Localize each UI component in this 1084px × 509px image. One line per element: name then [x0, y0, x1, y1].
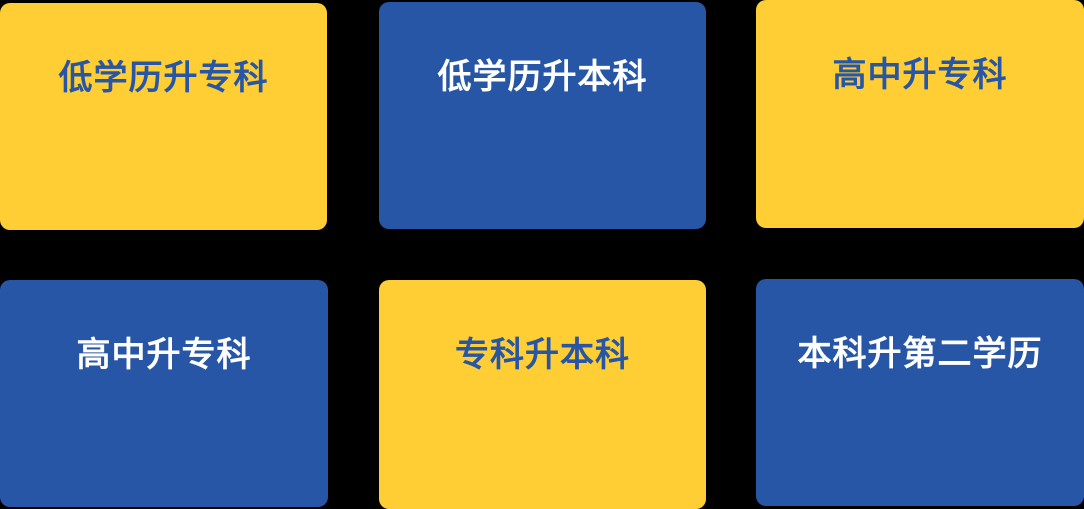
card-low-education-to-junior-college[interactable]: 低学历升专科 — [0, 3, 327, 230]
card-low-education-to-bachelor[interactable]: 低学历升本科 — [379, 2, 706, 229]
card-label: 本科升第二学历 — [797, 334, 1043, 374]
program-grid: 低学历升专科 低学历升本科 高中升专科 高中升专科 专科升本科 本科升第二学历 — [0, 0, 1084, 509]
card-label: 低学历升本科 — [437, 57, 648, 97]
card-label: 低学历升专科 — [58, 58, 269, 98]
card-high-school-to-junior-college-2[interactable]: 高中升专科 — [0, 280, 328, 507]
card-bachelor-to-second-degree[interactable]: 本科升第二学历 — [756, 279, 1084, 506]
card-label: 高中升专科 — [76, 335, 252, 375]
card-junior-college-to-bachelor[interactable]: 专科升本科 — [379, 280, 706, 509]
card-high-school-to-junior-college[interactable]: 高中升专科 — [756, 0, 1084, 228]
card-label: 高中升专科 — [832, 55, 1008, 95]
card-label: 专科升本科 — [455, 335, 630, 375]
